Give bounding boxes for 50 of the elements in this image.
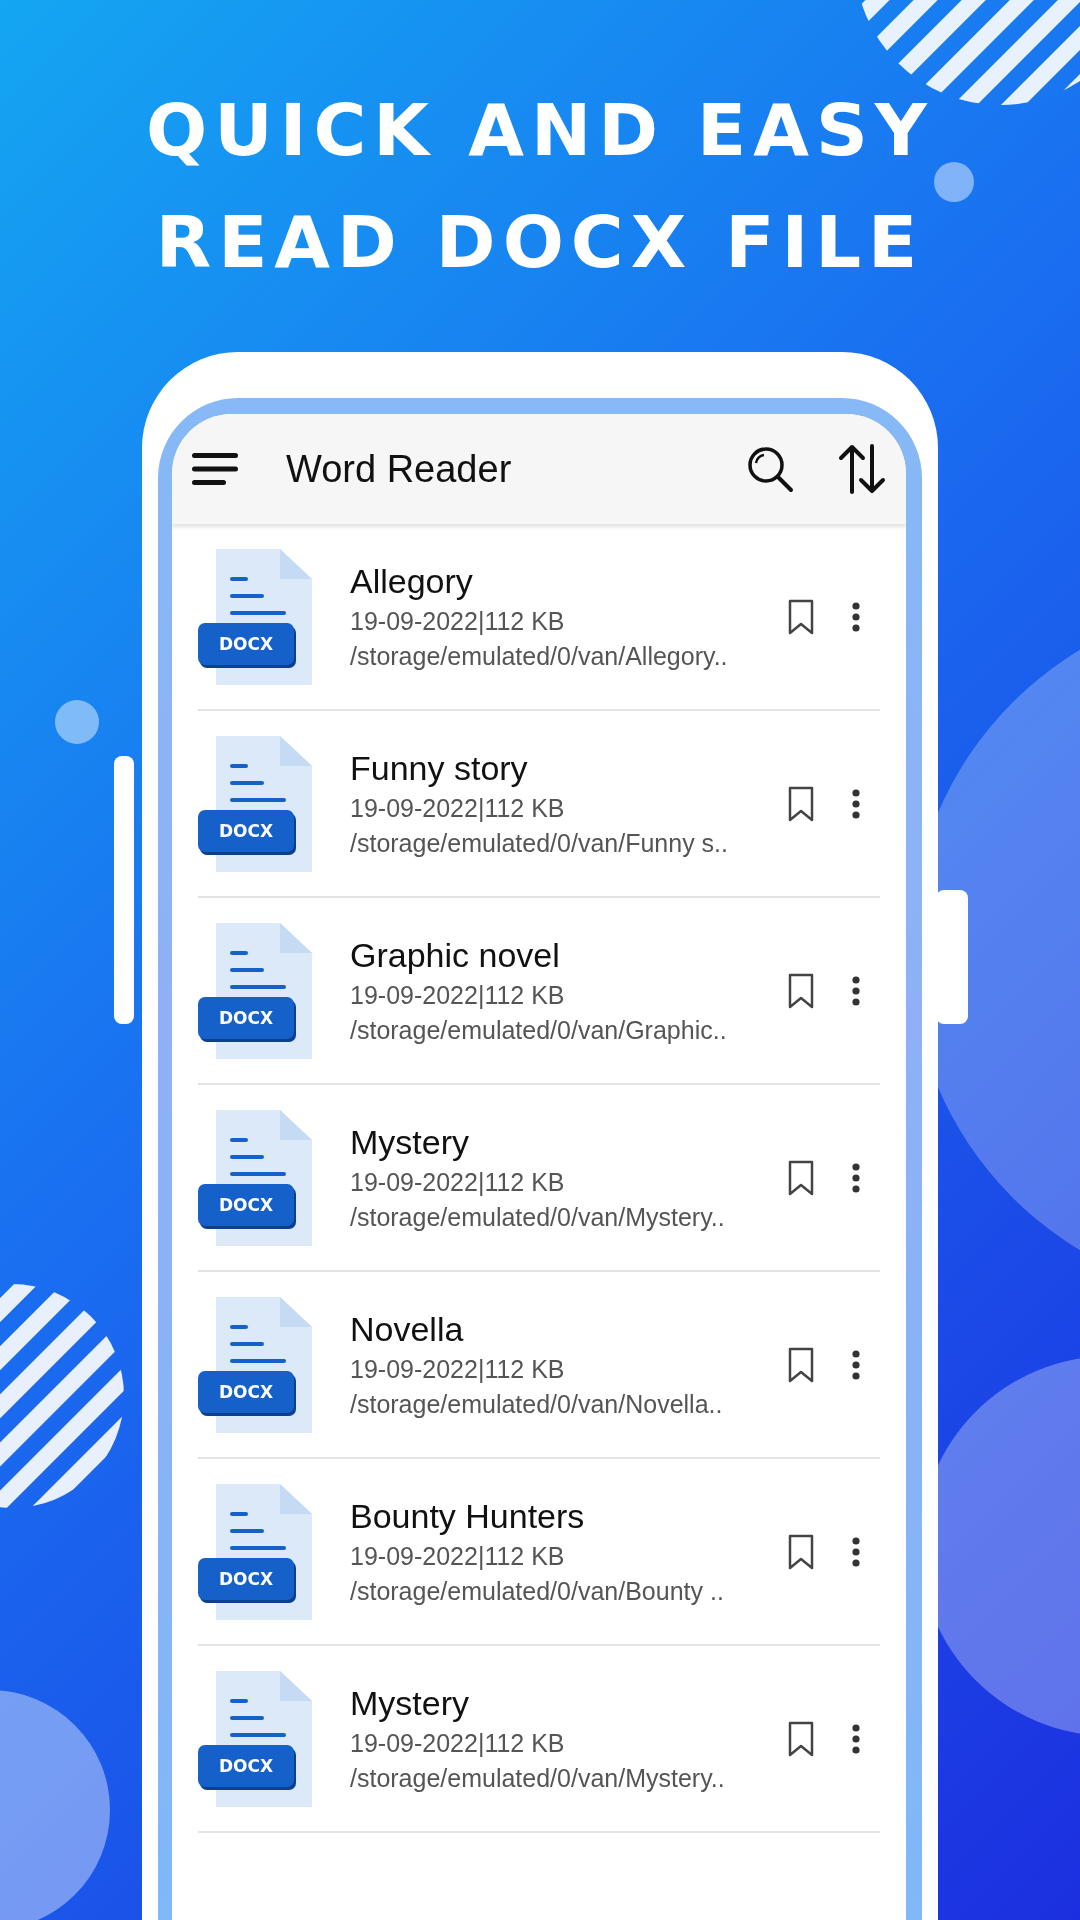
more-options-icon[interactable] bbox=[852, 1349, 860, 1380]
file-date-size: 19-09-2022|112 KB bbox=[350, 1168, 566, 1197]
file-name[interactable]: Bounty Hunters bbox=[350, 1497, 788, 1536]
file-date-size: 19-09-2022|112 KB bbox=[350, 981, 566, 1010]
file-path: /storage/emulated/0/van/Funny s.. bbox=[350, 829, 729, 858]
headline: QUICK AND EASY bbox=[146, 87, 934, 174]
search-icon[interactable] bbox=[746, 445, 794, 493]
bubble-drawing bbox=[55, 700, 99, 744]
more-options-icon[interactable] bbox=[852, 1162, 860, 1193]
file-date-size: 19-09-2022|112 KB bbox=[350, 1355, 566, 1384]
menu-icon[interactable] bbox=[192, 451, 240, 487]
file-name[interactable]: Mystery bbox=[350, 1684, 788, 1723]
file-type-label: DOCX bbox=[198, 1557, 294, 1600]
file-type-label: DOCX bbox=[198, 622, 294, 665]
file-name[interactable]: Graphic novel bbox=[350, 936, 788, 975]
bookmark-icon[interactable] bbox=[788, 1533, 814, 1570]
file-date-size: 19-09-2022|112 KB bbox=[350, 1542, 566, 1571]
file-type-label: DOCX bbox=[198, 809, 294, 852]
file-type-label: DOCX bbox=[198, 996, 294, 1039]
bookmark-icon[interactable] bbox=[788, 785, 814, 822]
more-options-icon[interactable] bbox=[852, 1536, 860, 1567]
bubble-drawing bbox=[934, 162, 974, 202]
more-options-icon[interactable] bbox=[852, 601, 860, 632]
more-options-icon[interactable] bbox=[852, 788, 860, 819]
file-name[interactable]: Allegory bbox=[350, 562, 788, 601]
app-title: Word Reader bbox=[286, 447, 513, 491]
headline: READ DOCX FILE bbox=[155, 199, 925, 286]
file-date-size: 19-09-2022|112 KB bbox=[350, 794, 566, 823]
more-options-icon[interactable] bbox=[852, 975, 860, 1006]
bookmark-icon[interactable] bbox=[788, 972, 814, 1009]
file-name[interactable]: Mystery bbox=[350, 1123, 788, 1162]
bookmark-icon[interactable] bbox=[788, 1159, 814, 1196]
file-date-size: 19-09-2022|112 KB bbox=[350, 1729, 566, 1758]
file-path: /storage/emulated/0/van/Mystery.. bbox=[350, 1203, 726, 1232]
bookmark-icon[interactable] bbox=[788, 598, 814, 635]
file-type-label: DOCX bbox=[198, 1183, 294, 1226]
file-path: /storage/emulated/0/van/Bounty .. bbox=[350, 1577, 725, 1606]
file-path: /storage/emulated/0/van/Novella.. bbox=[350, 1390, 724, 1419]
file-path: /storage/emulated/0/van/Graphic.. bbox=[350, 1016, 728, 1045]
bookmark-icon[interactable] bbox=[788, 1346, 814, 1383]
file-name[interactable]: Funny story bbox=[350, 749, 788, 788]
bookmark-icon[interactable] bbox=[788, 1720, 814, 1757]
file-name[interactable]: Novella bbox=[350, 1310, 788, 1349]
file-date-size: 19-09-2022|112 KB bbox=[350, 607, 566, 636]
sort-icon[interactable] bbox=[838, 444, 886, 494]
file-type-label: DOCX bbox=[198, 1744, 294, 1787]
file-path: /storage/emulated/0/van/Mystery.. bbox=[350, 1764, 726, 1793]
file-type-label: DOCX bbox=[198, 1370, 294, 1413]
file-path: /storage/emulated/0/van/Allegory.. bbox=[350, 642, 729, 671]
more-options-icon[interactable] bbox=[852, 1723, 860, 1754]
